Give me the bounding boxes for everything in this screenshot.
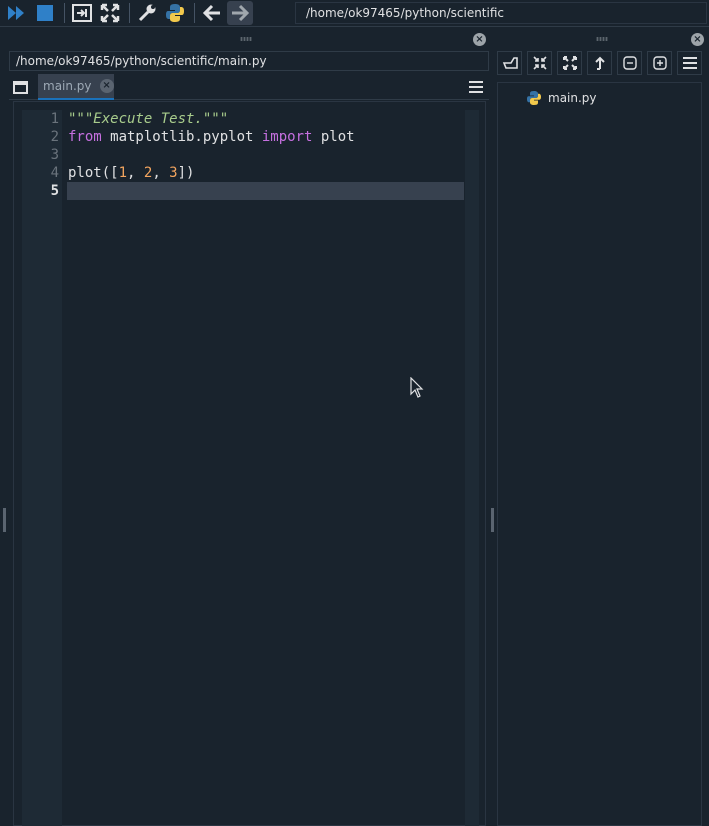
- number-literal: 3: [169, 165, 178, 181]
- line-number-gutter: 1 2 3 4 5: [22, 110, 62, 826]
- keyword: import: [261, 129, 313, 145]
- forward-arrow-icon[interactable]: [227, 1, 253, 25]
- code-line[interactable]: """Execute Test.""": [67, 110, 464, 128]
- imported-name: plot: [312, 129, 355, 145]
- browse-tabs-icon[interactable]: [12, 78, 30, 96]
- code-line[interactable]: from matplotlib.pyplot import plot: [67, 128, 464, 146]
- run-icon[interactable]: [4, 1, 30, 25]
- left-splitter-handle[interactable]: [3, 508, 6, 532]
- files-pane: × main.py: [495, 28, 709, 826]
- expand-icon[interactable]: [647, 51, 672, 75]
- file-tree-item[interactable]: main.py: [526, 90, 597, 106]
- editor-tabbar: main.py ×: [9, 74, 489, 100]
- toolbar-separator: [194, 3, 195, 23]
- preferences-icon[interactable]: [134, 1, 160, 25]
- files-toolbar: [497, 51, 702, 77]
- toolbar-separator: [64, 3, 65, 23]
- fullscreen-icon[interactable]: [97, 1, 123, 25]
- go-to-parent-icon[interactable]: [497, 51, 522, 75]
- code-area[interactable]: """Execute Test.""" from matplotlib.pypl…: [67, 110, 464, 826]
- editor-options-menu-icon[interactable]: [469, 81, 483, 93]
- expand-all-icon[interactable]: [557, 51, 582, 75]
- tab-main-py[interactable]: main.py ×: [38, 74, 114, 100]
- collapse-all-icon[interactable]: [527, 51, 552, 75]
- collapse-icon[interactable]: [617, 51, 642, 75]
- tab-label: main.py: [43, 79, 92, 93]
- code-text: plot([: [68, 165, 119, 181]
- code-editor[interactable]: 1 2 3 4 5 """Execute Test.""" from matpl…: [13, 101, 486, 826]
- close-icon[interactable]: ×: [473, 33, 486, 46]
- file-tree[interactable]: main.py: [497, 82, 702, 826]
- back-arrow-icon[interactable]: [199, 1, 225, 25]
- line-number: 4: [50, 165, 59, 181]
- python-file-icon: [527, 91, 541, 105]
- file-name: main.py: [548, 91, 597, 105]
- files-dock-title[interactable]: ×: [495, 28, 709, 50]
- module-name: matplotlib.pyplot: [101, 129, 262, 145]
- editor-scrollbar[interactable]: [465, 110, 479, 826]
- keyword: from: [68, 129, 102, 145]
- toolbar-separator: [129, 3, 130, 23]
- python-icon[interactable]: [162, 1, 188, 25]
- line-number: 1: [50, 111, 59, 127]
- dock-grip-icon[interactable]: [239, 37, 252, 41]
- dock-grip-icon[interactable]: [596, 37, 608, 41]
- editor-dock-title[interactable]: ×: [0, 28, 491, 50]
- files-options-menu-icon[interactable]: [677, 51, 702, 75]
- main-toolbar: /home/ok97465/python/scientific: [0, 0, 709, 27]
- mouse-pointer-icon: [410, 377, 424, 398]
- center-splitter-handle[interactable]: [491, 508, 494, 532]
- working-directory-input[interactable]: /home/ok97465/python/scientific: [295, 2, 707, 24]
- line-number: 3: [50, 147, 59, 163]
- hamburger-icon: [682, 57, 697, 69]
- code-text: ]): [177, 165, 195, 181]
- code-line[interactable]: [67, 146, 464, 164]
- maximize-editor-icon[interactable]: [69, 1, 95, 25]
- code-text: ,: [127, 165, 144, 181]
- code-line[interactable]: plot([1, 2, 3]): [67, 164, 464, 182]
- number-literal: 1: [118, 165, 128, 181]
- file-path-display: /home/ok97465/python/scientific/main.py: [9, 51, 489, 71]
- current-line-highlight[interactable]: [67, 182, 464, 200]
- tab-close-icon[interactable]: ×: [99, 79, 114, 93]
- line-number: 2: [50, 129, 59, 145]
- line-number-current: 5: [50, 183, 59, 199]
- code-text: ,: [152, 165, 170, 181]
- docstring: """Execute Test.""": [68, 111, 229, 127]
- close-icon[interactable]: ×: [691, 33, 704, 46]
- stop-icon[interactable]: [32, 1, 58, 25]
- parent-directory-icon[interactable]: [587, 51, 612, 75]
- editor-pane: × /home/ok97465/python/scientific/main.p…: [0, 28, 494, 826]
